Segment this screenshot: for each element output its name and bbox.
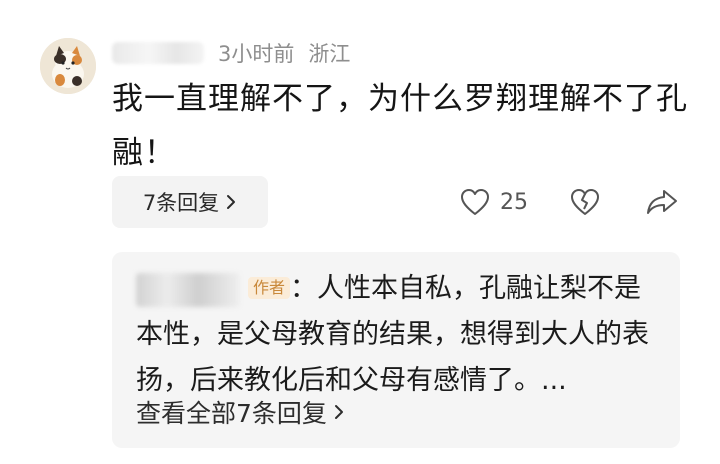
author-badge: 作者 [248, 277, 291, 299]
view-replies-button[interactable]: 7条回复 [112, 176, 268, 228]
comment-meta: 3小时前 浙江 [112, 38, 350, 68]
chevron-right-icon [227, 195, 236, 209]
reply-author-redacted[interactable] [136, 272, 240, 307]
view-all-label: 查看全部7条回复 [136, 399, 327, 428]
comment-text: 我一直理解不了，为什么罗翔理解不了孔融！ [112, 81, 688, 171]
dislike-button[interactable] [570, 182, 600, 222]
replies-button-label: 7条回复 [142, 191, 220, 215]
share-icon [647, 190, 677, 214]
like-button[interactable]: 25 [460, 182, 528, 222]
cat-avatar-icon [40, 38, 96, 94]
heart-icon [461, 189, 489, 215]
avatar[interactable] [40, 38, 96, 94]
share-button[interactable] [646, 182, 678, 222]
view-all-replies-link[interactable]: 查看全部7条回复 [136, 394, 345, 430]
comment-location: 浙江 [308, 42, 351, 66]
username-redacted[interactable] [112, 42, 204, 64]
reply-preview[interactable]: 作者 ：人性本自私，孔融让梨不是本性，是父母教育的结果，想得到大人的表扬，后来教化… [112, 252, 680, 448]
reply-content: 作者 ：人性本自私，孔融让梨不是本性，是父母教育的结果，想得到大人的表扬，后来教化… [136, 266, 666, 404]
like-count: 25 [500, 189, 528, 215]
chevron-right-icon [334, 405, 343, 419]
comment-time: 3小时前 [218, 42, 295, 66]
broken-heart-icon [571, 189, 599, 215]
